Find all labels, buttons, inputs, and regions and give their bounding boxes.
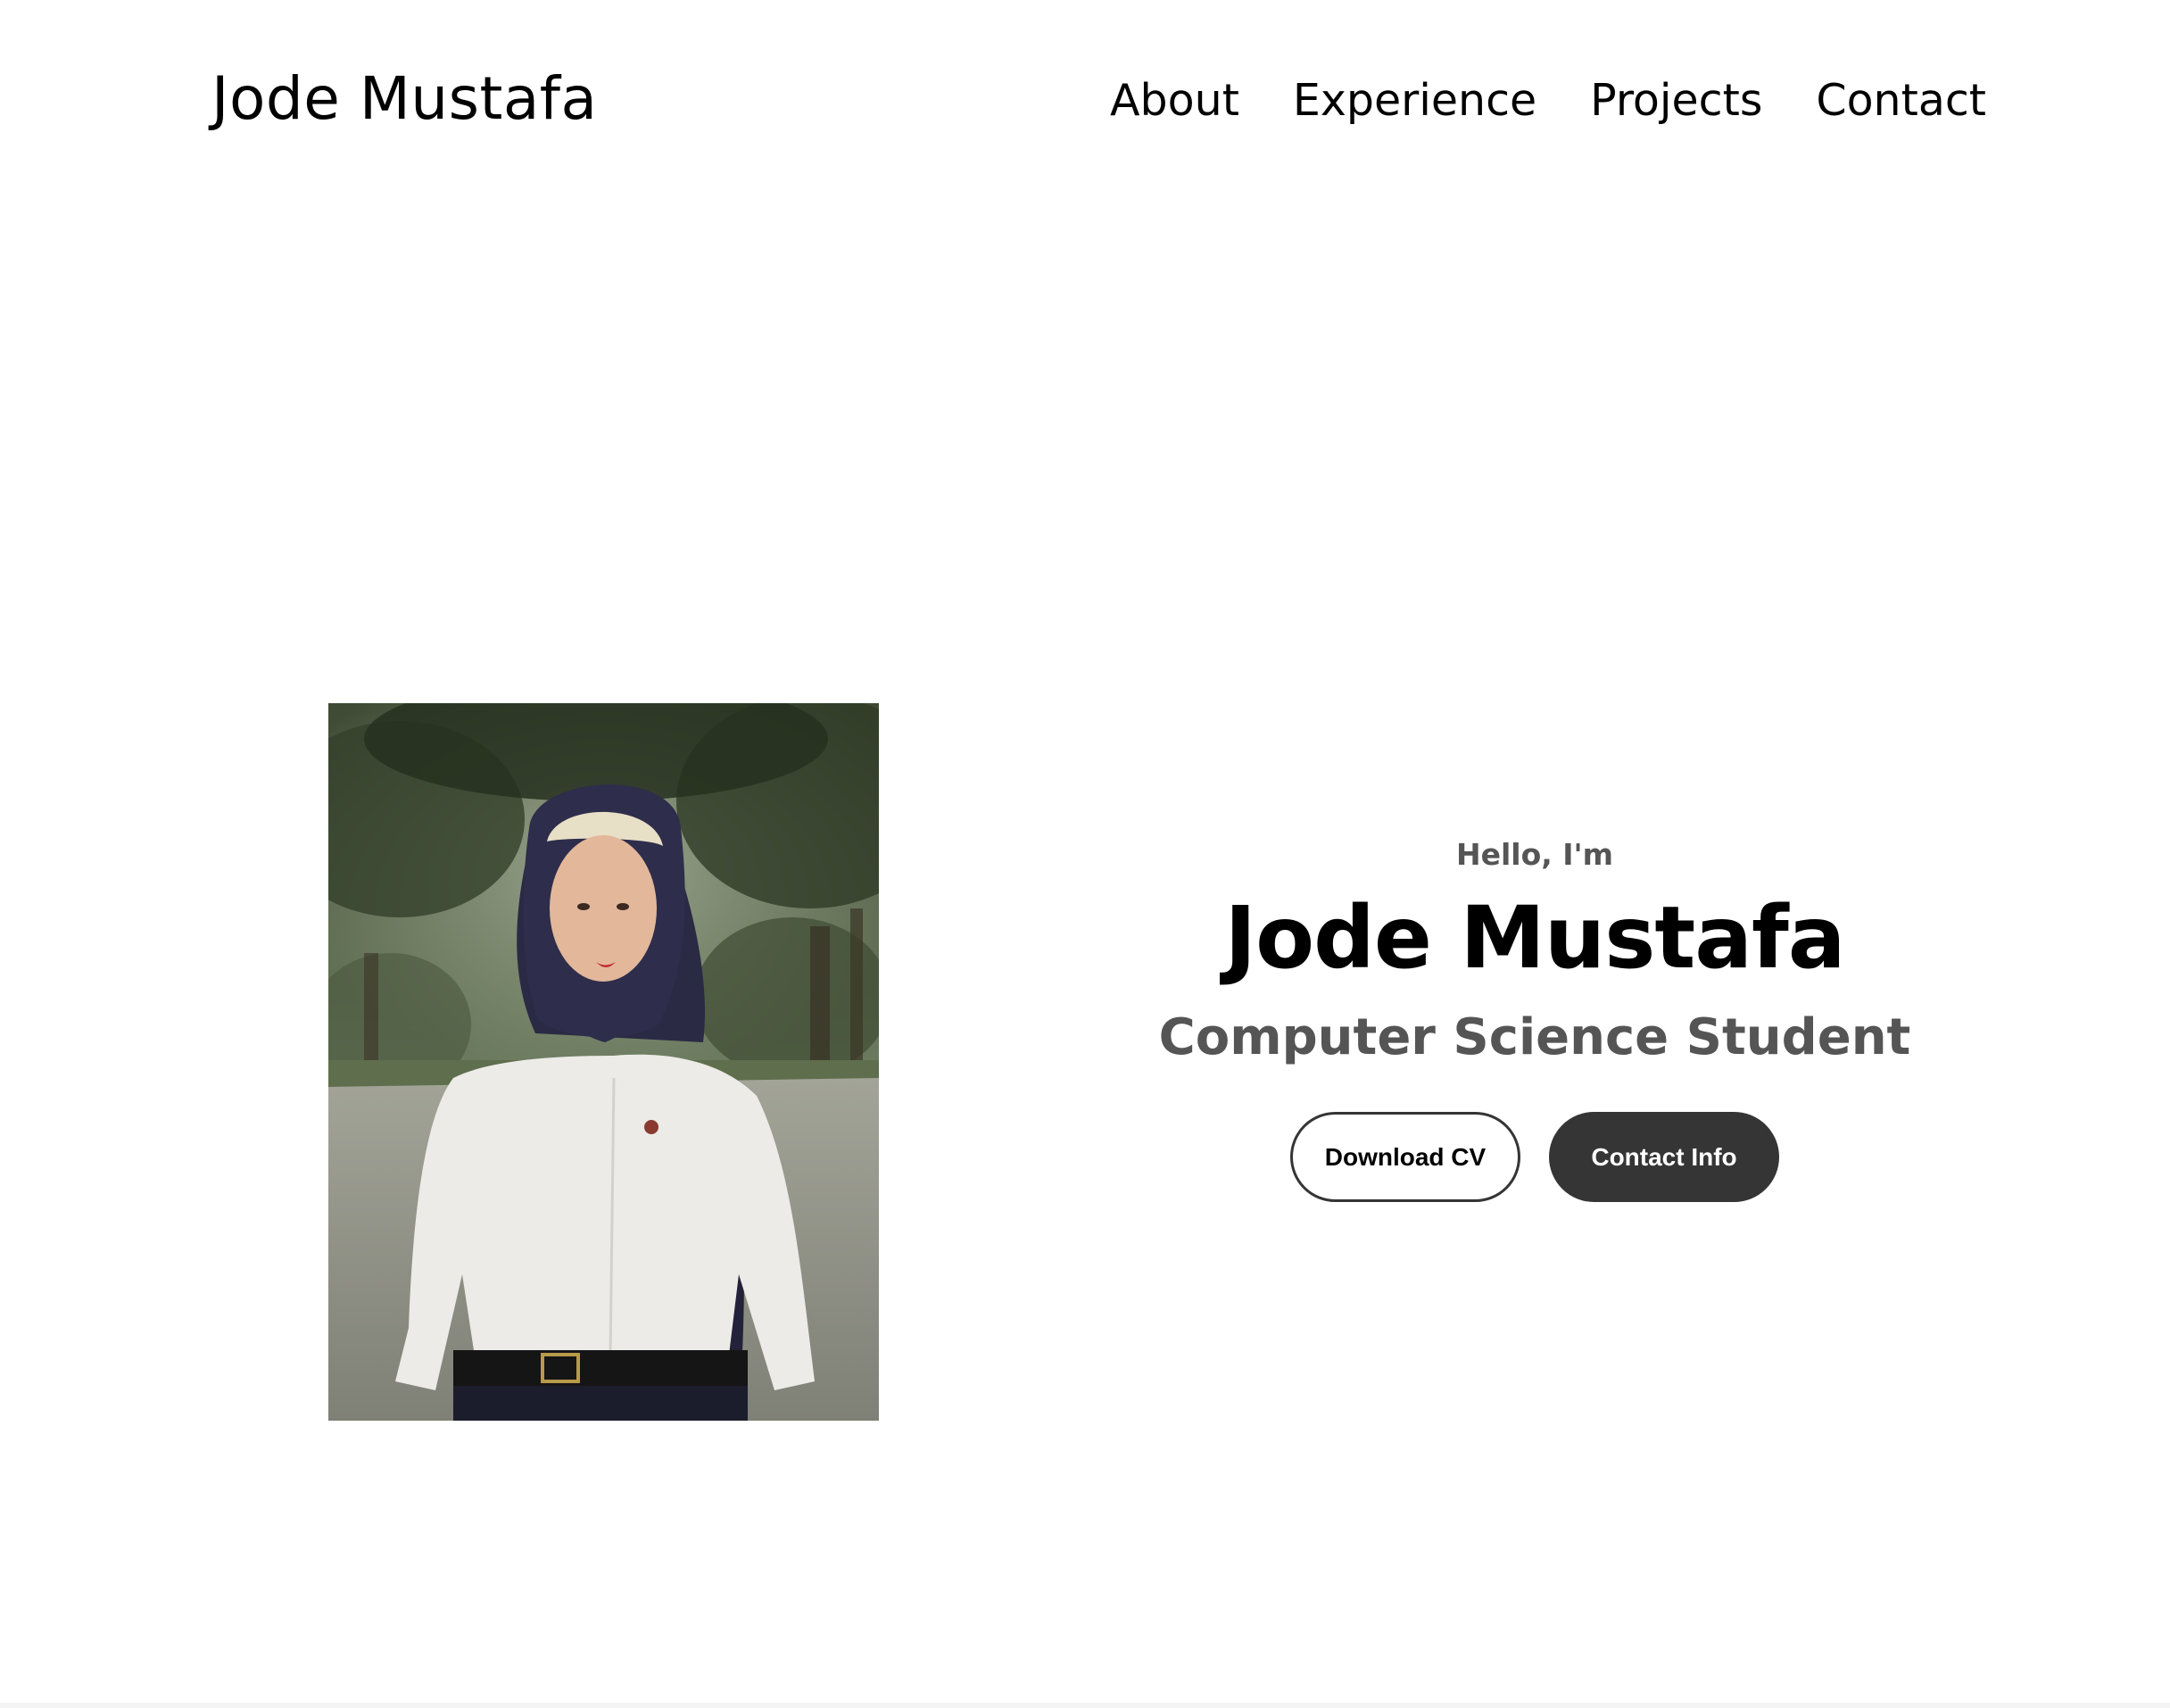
nav-link-experience[interactable]: Experience bbox=[1293, 75, 1536, 126]
hero-greeting: Hello, I'm bbox=[1455, 837, 1614, 872]
nav-links: About Experience Projects Contact bbox=[1110, 75, 1986, 126]
hero-section: Hello, I'm Jode Mustafa Computer Science… bbox=[1151, 830, 1918, 1202]
top-navbar: Jode Mustafa About Experience Projects C… bbox=[0, 0, 2170, 205]
nav-link-about[interactable]: About bbox=[1110, 75, 1239, 126]
nav-link-contact[interactable]: Contact bbox=[1816, 75, 1986, 126]
profile-photo bbox=[328, 703, 879, 1421]
hero-button-row: Download CV Contact Info bbox=[1151, 1112, 1918, 1202]
nav-item-projects: Projects bbox=[1590, 75, 1762, 126]
nav-item-about: About bbox=[1110, 75, 1239, 126]
hero-name: Jode Mustafa bbox=[1224, 888, 1845, 988]
hero-role: Computer Science Student bbox=[1158, 1008, 1911, 1066]
page-bottom-divider bbox=[0, 1703, 2170, 1708]
nav-link-projects[interactable]: Projects bbox=[1590, 75, 1762, 126]
contact-info-button[interactable]: Contact Info bbox=[1549, 1112, 1779, 1202]
page: Jode Mustafa About Experience Projects C… bbox=[0, 0, 2170, 1708]
download-cv-button[interactable]: Download CV bbox=[1290, 1112, 1520, 1202]
nav-item-contact: Contact bbox=[1816, 75, 1986, 126]
site-logo[interactable]: Jode Mustafa bbox=[211, 64, 598, 133]
nav-item-experience: Experience bbox=[1293, 75, 1536, 126]
